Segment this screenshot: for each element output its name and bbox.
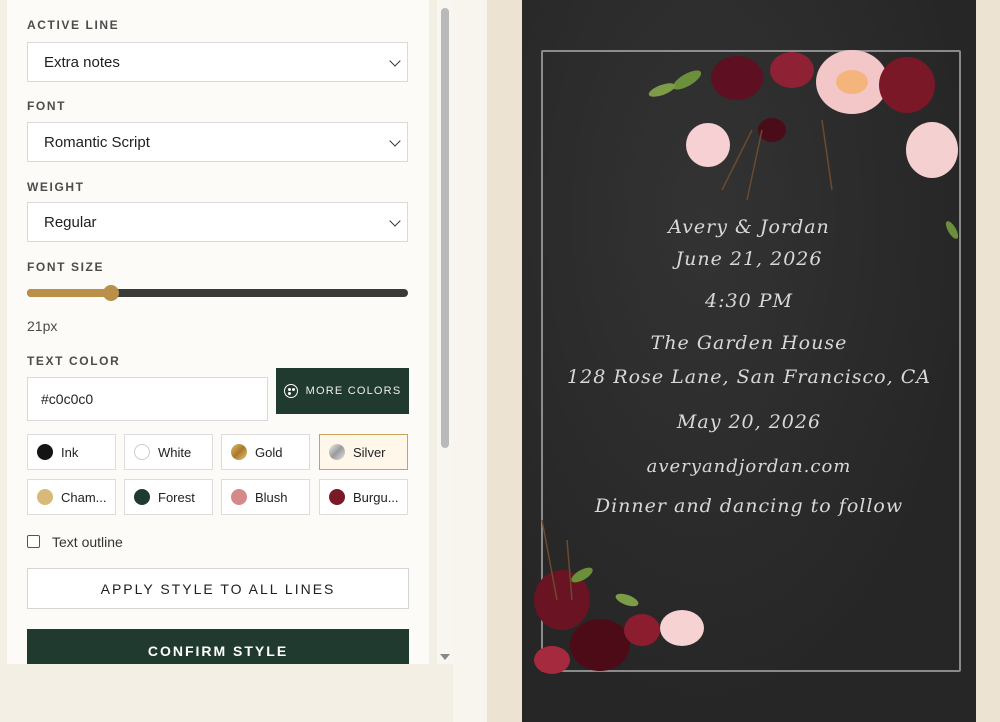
font-label: FONT [27,99,67,113]
panel-scrollbar[interactable] [437,0,453,664]
swatch-ink[interactable]: Ink [27,434,116,470]
swatch-label: Silver [353,444,386,460]
swatch-label: Blush [255,489,288,505]
swatch-color-dot [231,444,247,460]
swatch-burgu[interactable]: Burgu... [319,479,408,515]
card-venue[interactable]: The Garden House [522,332,976,354]
style-panel: ACTIVE LINE Extra notes FONT Romantic Sc… [7,0,429,664]
top-right-florals [648,50,959,239]
weight-label: WEIGHT [27,180,85,194]
swatch-color-dot [37,489,53,505]
active-line-label: ACTIVE LINE [27,18,120,32]
gutter [453,0,487,722]
bottom-left-florals [534,519,704,674]
swatch-label: Cham... [61,489,107,505]
card-extra-notes[interactable]: Dinner and dancing to follow [522,495,976,517]
swatch-gold[interactable]: Gold [221,434,310,470]
card-rsvp-date[interactable]: May 20, 2026 [522,411,976,433]
swatch-label: Gold [255,444,283,460]
swatch-color-dot [329,489,345,505]
invitation-preview: Avery & Jordan June 21, 2026 4:30 PM The… [522,0,976,722]
font-select[interactable]: Romantic Script [27,122,408,162]
swatch-label: White [158,444,192,460]
text-outline-checkbox[interactable] [27,535,40,548]
confirm-style-button[interactable]: CONFIRM STYLE [27,629,409,664]
font-size-readout: 21px [27,318,58,334]
swatch-label: Ink [61,444,79,460]
card-website[interactable]: averyandjordan.com [522,456,976,477]
floral-decoration [534,50,959,674]
card-time[interactable]: 4:30 PM [522,290,976,312]
swatch-color-dot [37,444,53,460]
swatch-cham[interactable]: Cham... [27,479,116,515]
more-colors-label: MORE COLORS [305,385,402,397]
swatch-color-dot [134,444,150,460]
apply-all-button[interactable]: APPLY STYLE TO ALL LINES [27,568,409,609]
slider-thumb[interactable] [102,285,119,301]
swatch-silver[interactable]: Silver [319,434,408,470]
swatch-color-dot [329,444,345,460]
swatch-label: Forest [158,489,195,505]
swatch-forest[interactable]: Forest [124,479,213,515]
weight-value: Regular [44,213,97,231]
more-colors-button[interactable]: MORE COLORS [276,368,409,414]
card-names[interactable]: Avery & Jordan [522,216,976,238]
card-date[interactable]: June 21, 2026 [522,248,976,270]
active-line-select[interactable]: Extra notes [27,42,408,82]
card-address[interactable]: 128 Rose Lane, San Francisco, CA [522,366,976,388]
swatch-white[interactable]: White [124,434,213,470]
text-outline-label: Text outline [52,534,123,550]
font-value: Romantic Script [44,133,150,151]
chevron-down-icon [389,55,401,67]
swatch-blush[interactable]: Blush [221,479,310,515]
chevron-down-icon [389,215,401,227]
scroll-down-icon[interactable] [440,654,450,660]
text-color-label: TEXT COLOR [27,354,121,368]
scrollbar-thumb[interactable] [441,8,449,448]
font-size-label: FONT SIZE [27,260,105,274]
active-line-value: Extra notes [44,53,120,71]
swatch-color-dot [134,489,150,505]
swatch-color-dot [231,489,247,505]
font-size-slider[interactable] [27,285,408,301]
weight-select[interactable]: Regular [27,202,408,242]
swatch-label: Burgu... [353,489,399,505]
slider-fill [27,289,111,297]
chevron-down-icon [389,135,401,147]
text-color-input[interactable] [27,377,268,421]
palette-icon [283,384,298,398]
